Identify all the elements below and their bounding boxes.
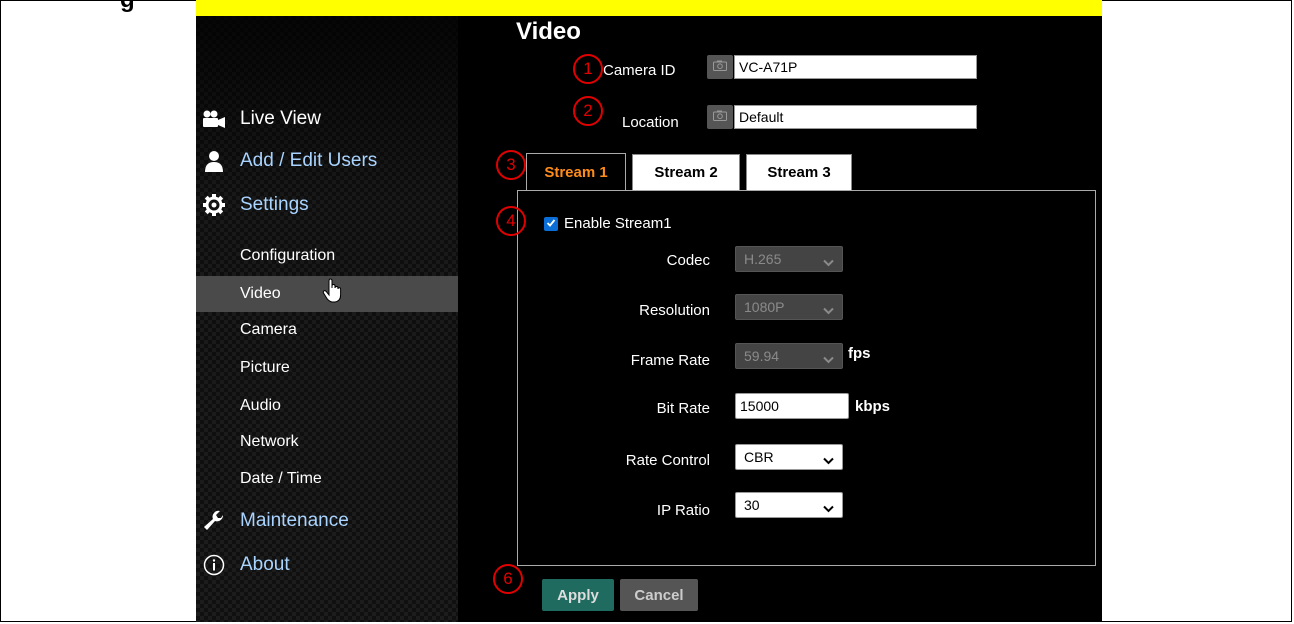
rate-control-select[interactable]: CBR xyxy=(735,444,843,470)
location-camera-button[interactable] xyxy=(707,105,733,129)
camera-id-field[interactable] xyxy=(734,55,977,79)
callout-2: 2 xyxy=(573,96,603,126)
apply-button[interactable]: Apply xyxy=(542,579,614,611)
callout-4: 4 xyxy=(496,206,526,236)
codec-label: Codec xyxy=(666,252,710,269)
ip-ratio-select[interactable]: 30 xyxy=(735,492,843,518)
hand-cursor-icon xyxy=(322,278,344,309)
camera-id-camera-button[interactable] xyxy=(707,55,733,79)
user-icon xyxy=(202,149,226,173)
nav-add-edit-users[interactable]: Add / Edit Users xyxy=(196,144,458,178)
sidebar-item-audio[interactable]: Audio xyxy=(196,388,458,424)
chevron-down-icon xyxy=(823,254,834,270)
page-title: Video xyxy=(516,18,581,45)
info-icon xyxy=(202,553,226,577)
bit-rate-field[interactable] xyxy=(735,393,849,419)
sidebar-item-date-time[interactable]: Date / Time xyxy=(196,461,458,497)
callout-6: 6 xyxy=(493,564,523,594)
sidebar-item-camera[interactable]: Camera xyxy=(196,312,458,348)
highlight-bar xyxy=(196,0,1102,16)
chevron-down-icon xyxy=(823,351,834,367)
nav-add-edit-users-label: Add / Edit Users xyxy=(240,150,378,171)
bit-rate-unit: kbps xyxy=(855,398,891,415)
frame-rate-select[interactable]: 59.94 xyxy=(735,343,843,369)
chevron-down-icon xyxy=(823,500,834,516)
checkmark-icon xyxy=(546,215,556,233)
sidebar-item-label: Video xyxy=(240,285,281,302)
sidebar-item-label: Date / Time xyxy=(240,470,322,487)
nav-maintenance[interactable]: Maintenance xyxy=(196,504,458,538)
tab-stream-1[interactable]: Stream 1 xyxy=(526,153,626,191)
nav-settings[interactable]: Settings xyxy=(196,188,458,222)
tab-stream-2[interactable]: Stream 2 xyxy=(632,154,740,190)
nav-live-view[interactable]: Live View xyxy=(196,102,458,136)
web-ui-screenshot: Live View Add / Edit Users Settings Conf… xyxy=(196,16,1102,622)
sidebar: Live View Add / Edit Users Settings Conf… xyxy=(196,16,458,622)
rate-control-label: Rate Control xyxy=(625,452,710,469)
sidebar-item-label: Picture xyxy=(240,359,290,376)
resolution-label: Resolution xyxy=(639,302,710,319)
rate-control-value: CBR xyxy=(744,449,774,465)
camera-icon xyxy=(713,58,727,76)
gear-icon xyxy=(202,193,226,217)
callout-1: 1 xyxy=(573,54,603,84)
sidebar-item-label: Network xyxy=(240,433,299,450)
camera-id-label: Camera ID xyxy=(603,62,676,79)
sidebar-item-label: Configuration xyxy=(240,247,336,264)
sidebar-item-label: Audio xyxy=(240,397,281,414)
tab-stream-3[interactable]: Stream 3 xyxy=(746,154,852,190)
cancel-button[interactable]: Cancel xyxy=(620,579,698,611)
enable-stream-checkbox[interactable] xyxy=(544,217,558,231)
sidebar-item-configuration[interactable]: Configuration xyxy=(196,238,458,274)
chevron-down-icon xyxy=(823,452,834,468)
codec-select[interactable]: H.265 xyxy=(735,246,843,272)
nav-settings-label: Settings xyxy=(240,194,309,215)
sidebar-item-label: Camera xyxy=(240,321,297,338)
location-label: Location xyxy=(622,114,679,131)
nav-about[interactable]: About xyxy=(196,548,458,582)
nav-live-view-label: Live View xyxy=(240,108,321,129)
frame-rate-value: 59.94 xyxy=(744,348,780,364)
video-camera-icon xyxy=(202,107,226,131)
chevron-down-icon xyxy=(823,302,834,318)
ip-ratio-value: 30 xyxy=(744,497,760,513)
codec-value: H.265 xyxy=(744,251,782,267)
nav-about-label: About xyxy=(240,554,290,575)
wrench-icon xyxy=(202,509,226,533)
document-heading-fragment: g xyxy=(120,0,135,12)
location-field[interactable] xyxy=(734,105,977,129)
sidebar-item-network[interactable]: Network xyxy=(196,424,458,460)
resolution-select[interactable]: 1080P xyxy=(735,294,843,320)
camera-icon xyxy=(713,108,727,126)
enable-stream-label: Enable Stream1 xyxy=(564,215,672,232)
ip-ratio-label: IP Ratio xyxy=(656,502,710,519)
frame-rate-unit: fps xyxy=(848,345,871,362)
resolution-value: 1080P xyxy=(744,299,785,315)
bit-rate-label: Bit Rate xyxy=(656,400,710,417)
frame-rate-label: Frame Rate xyxy=(630,352,710,369)
nav-maintenance-label: Maintenance xyxy=(240,510,349,531)
callout-3: 3 xyxy=(496,150,526,180)
sidebar-item-picture[interactable]: Picture xyxy=(196,350,458,386)
